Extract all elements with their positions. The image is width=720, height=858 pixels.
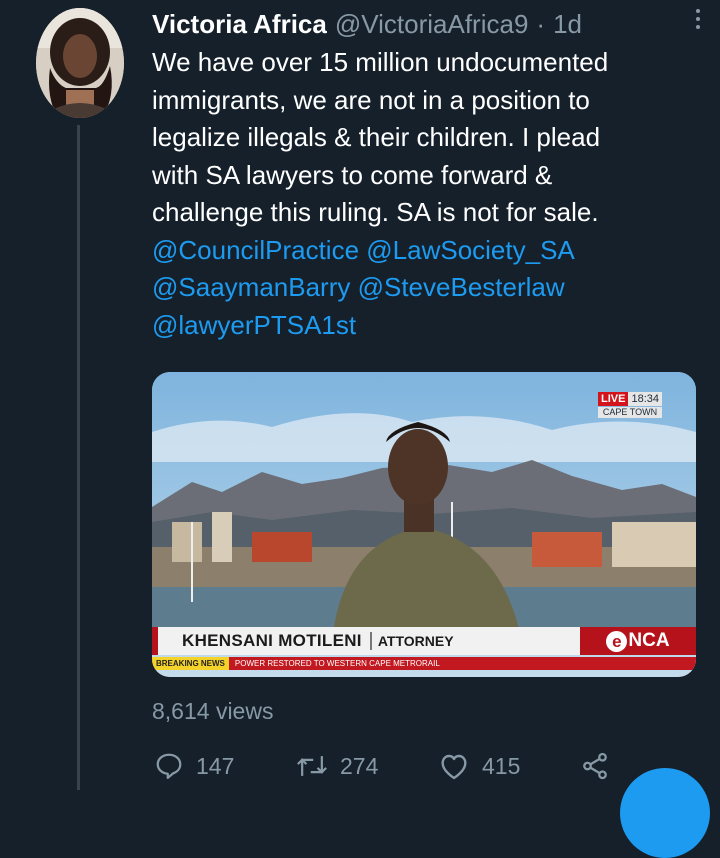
view-count: 8,614 views <box>152 698 274 724</box>
live-label: LIVE <box>598 392 629 406</box>
name-bar: KHENSANI MOTILENI ATTORNEY <box>152 627 580 655</box>
share-button[interactable] <box>580 748 610 784</box>
speaker-name: KHENSANI MOTILENI <box>182 631 362 650</box>
live-time: 18:34 <box>628 392 662 406</box>
avatar-image <box>36 8 124 118</box>
retweet-count: 274 <box>340 752 379 779</box>
retweet-icon <box>297 756 327 776</box>
tweet-text-line: challenge this ruling. SA is not for sal… <box>152 197 599 227</box>
video-media[interactable]: LIVE 18:34 CAPE TOWN KHENSANI MOTILENI A… <box>152 372 696 677</box>
live-badge: LIVE 18:34 CAPE TOWN <box>598 392 662 418</box>
reply-count: 147 <box>196 752 235 779</box>
heart-icon <box>441 754 467 780</box>
tweet-text: We have over 15 million undocumented imm… <box>152 44 700 344</box>
like-count: 415 <box>482 752 521 779</box>
ticker-text: POWER RESTORED TO WESTERN CAPE METRORAIL <box>234 659 440 668</box>
retweet-button[interactable]: 274 <box>296 748 378 784</box>
compose-fab[interactable] <box>620 768 710 858</box>
mention-link[interactable]: @LawSociety_SA <box>366 235 575 265</box>
lower-third: KHENSANI MOTILENI ATTORNEY e NCA <box>152 627 696 657</box>
tweet-text-line: legalize illegals & their children. I pl… <box>152 122 601 152</box>
share-icon <box>583 752 607 780</box>
ticker-label: BREAKING NEWS <box>152 657 229 670</box>
tweet-text-line: immigrants, we are not in a position to <box>152 84 590 115</box>
mentions-line: @CouncilPractice @LawSociety_SA <box>152 232 700 270</box>
mentions-line: @lawyerPTSA1st <box>152 307 700 345</box>
mention-link[interactable]: @SteveBesterlaw <box>358 272 565 302</box>
channel-logo: e NCA <box>580 627 696 655</box>
tweet-text-line: with SA lawyers to come forward & <box>152 159 553 190</box>
mention-link[interactable]: @SaaymanBarry <box>152 272 350 302</box>
user-handle[interactable]: @VictoriaAfrica9 <box>335 9 529 40</box>
reply-icon <box>156 753 182 779</box>
like-button[interactable]: 415 <box>438 748 520 784</box>
mentions-line: @SaaymanBarry @SteveBesterlaw <box>152 269 700 307</box>
mention-link[interactable]: @lawyerPTSA1st <box>152 310 356 340</box>
news-ticker: BREAKING NEWS POWER RESTORED TO WESTERN … <box>152 657 696 670</box>
thread-line <box>77 125 80 790</box>
separator-dot: · <box>536 8 546 39</box>
avatar[interactable] <box>36 8 124 118</box>
tweet-header: Victoria Africa @VictoriaAfrica9 · 1d <box>152 6 700 42</box>
live-city: CAPE TOWN <box>598 407 662 418</box>
mention-link[interactable]: @CouncilPractice <box>152 235 359 265</box>
reply-button[interactable]: 147 <box>154 748 234 784</box>
tweet-text-line: We have over 15 million undocumented <box>152 47 609 77</box>
action-bar: 147 274 415 <box>152 748 700 788</box>
display-name[interactable]: Victoria Africa <box>152 9 327 40</box>
more-options-icon[interactable] <box>686 4 710 34</box>
timestamp[interactable]: 1d <box>553 9 582 40</box>
speaker-title: ATTORNEY <box>377 633 454 649</box>
